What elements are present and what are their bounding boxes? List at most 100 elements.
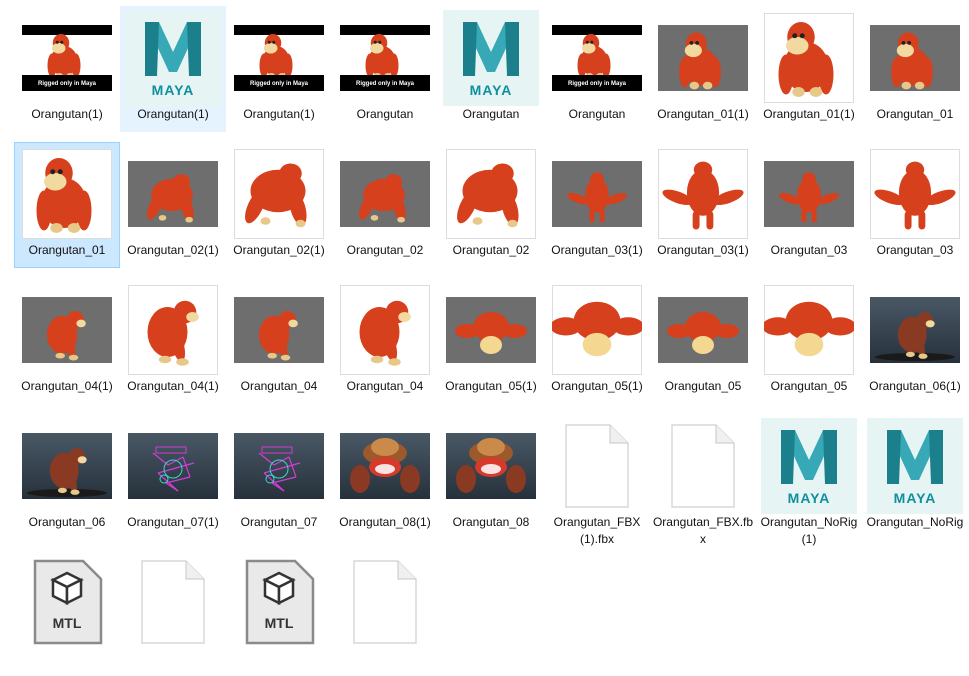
file-grid: Rigged only in Maya Orangutan(1) MAYA Or… xyxy=(0,0,969,653)
file-item[interactable]: Orangutan_05 xyxy=(650,278,756,404)
thumbnail-image xyxy=(18,282,116,377)
file-item[interactable]: Orangutan_01(1) xyxy=(756,6,862,132)
file-name-label: Orangutan_04 xyxy=(346,379,424,393)
file-name-label: Orangutan xyxy=(462,107,520,121)
file-item[interactable]: Rigged only in Maya Orangutan(1) xyxy=(14,6,120,132)
mtl-wordmark: MTL xyxy=(52,614,82,631)
mtl-file-icon: MTL xyxy=(230,554,328,649)
banner-caption: Rigged only in Maya xyxy=(249,80,308,87)
thumbnail-image xyxy=(230,282,328,377)
maya-wordmark: MAYA xyxy=(469,81,513,98)
file-name-label: Orangutan_05(1) xyxy=(445,379,537,393)
file-item[interactable]: Orangutan_04(1) xyxy=(14,278,120,404)
file-item[interactable]: Orangutan_03 xyxy=(862,142,968,268)
file-item[interactable]: Orangutan_05 xyxy=(756,278,862,404)
file-name-label: Orangutan_03(1) xyxy=(657,243,749,257)
thumbnail-image xyxy=(18,418,116,513)
thumbnail-image xyxy=(336,282,434,377)
file-item[interactable]: Orangutan_08 xyxy=(438,414,544,540)
file-item[interactable]: Orangutan_02(1) xyxy=(120,142,226,268)
file-item[interactable]: MAYA Orangutan_NoRig xyxy=(862,414,968,540)
thumbnail-image xyxy=(124,282,222,377)
file-item[interactable]: MAYA Orangutan_NoRig(1) xyxy=(756,414,862,546)
banner-caption: Rigged only in Maya xyxy=(355,80,414,87)
file-name-label: Orangutan_06(1) xyxy=(869,379,961,393)
generic-file-icon xyxy=(336,554,434,649)
file-item[interactable]: Orangutan_05(1) xyxy=(438,278,544,404)
file-item[interactable]: Orangutan_02(1) xyxy=(226,142,332,268)
file-item[interactable]: Rigged only in Maya Orangutan xyxy=(544,6,650,132)
maya-file-icon: MAYA xyxy=(760,417,858,514)
thumbnail-image xyxy=(442,282,540,377)
file-name-label: Orangutan_05(1) xyxy=(551,379,643,393)
mtl-file-icon: MTL xyxy=(18,554,116,649)
generic-file-icon xyxy=(654,418,752,513)
file-name-label: Orangutan_05 xyxy=(770,379,848,393)
file-item[interactable]: Orangutan_03(1) xyxy=(650,142,756,268)
file-item[interactable]: Orangutan_06 xyxy=(14,414,120,540)
file-name-label: Orangutan_07(1) xyxy=(127,515,219,529)
file-name-label: Orangutan_03(1) xyxy=(551,243,643,257)
file-name-label: Orangutan_03 xyxy=(770,243,848,257)
file-item[interactable]: Orangutan_01 xyxy=(862,6,968,132)
thumbnail-image xyxy=(866,10,964,105)
file-item[interactable]: Orangutan_07(1) xyxy=(120,414,226,540)
file-name-label: Orangutan(1) xyxy=(137,107,209,121)
maya-wordmark: MAYA xyxy=(151,81,195,98)
file-item[interactable]: Orangutan_01(1) xyxy=(650,6,756,132)
generic-file-icon xyxy=(548,418,646,513)
file-item[interactable]: Orangutan_05(1) xyxy=(544,278,650,404)
file-item[interactable]: MTL xyxy=(226,550,332,676)
file-item[interactable]: Orangutan_03 xyxy=(756,142,862,268)
thumbnail-image xyxy=(442,418,540,513)
maya-wordmark: MAYA xyxy=(787,489,831,506)
thumbnail-image xyxy=(442,146,540,241)
file-item[interactable] xyxy=(120,550,226,676)
thumbnail-image xyxy=(548,282,646,377)
maya-file-icon: MAYA xyxy=(866,417,964,514)
file-item[interactable]: Orangutan_08(1) xyxy=(332,414,438,540)
thumbnail-image xyxy=(760,146,858,241)
file-name-label: Orangutan_08 xyxy=(452,515,530,529)
file-name-label: Orangutan_04(1) xyxy=(21,379,113,393)
thumbnail-image xyxy=(654,282,752,377)
file-item[interactable]: Orangutan_FBX(1).fbx xyxy=(544,414,650,546)
banner-caption: Rigged only in Maya xyxy=(37,80,96,87)
file-item[interactable]: Rigged only in Maya Orangutan xyxy=(332,6,438,132)
file-item[interactable]: Rigged only in Maya Orangutan(1) xyxy=(226,6,332,132)
file-name-label: Orangutan_06 xyxy=(28,515,106,529)
thumbnail-image xyxy=(124,146,222,241)
thumbnail-image xyxy=(548,146,646,241)
file-item[interactable]: Orangutan_07 xyxy=(226,414,332,540)
maya-file-icon: MAYA xyxy=(442,9,540,106)
file-name-label: Orangutan_01(1) xyxy=(763,107,855,121)
file-name-label: Orangutan_01 xyxy=(28,243,106,257)
thumbnail-image xyxy=(760,282,858,377)
thumbnail-image xyxy=(18,146,116,241)
file-item[interactable]: Orangutan_06(1) xyxy=(862,278,968,404)
thumbnail-image xyxy=(760,10,858,105)
file-name-label: Orangutan_NoRig xyxy=(866,515,964,529)
file-name-label: Orangutan_NoRig(1) xyxy=(760,515,858,546)
file-item[interactable]: Orangutan_04 xyxy=(226,278,332,404)
file-item[interactable] xyxy=(332,550,438,676)
file-name-label: Orangutan_01(1) xyxy=(657,107,749,121)
file-name-label: Orangutan_02(1) xyxy=(233,243,325,257)
file-item[interactable]: Orangutan_02 xyxy=(438,142,544,268)
file-item[interactable]: Orangutan_02 xyxy=(332,142,438,268)
file-item[interactable]: Orangutan_03(1) xyxy=(544,142,650,268)
mtl-wordmark: MTL xyxy=(264,614,294,631)
file-item[interactable]: Orangutan_04 xyxy=(332,278,438,404)
thumbnail-image xyxy=(654,10,752,105)
file-item[interactable]: MAYA Orangutan(1) xyxy=(120,6,226,132)
file-item[interactable]: Orangutan_FBX.fbx xyxy=(650,414,756,546)
file-item[interactable]: Orangutan_04(1) xyxy=(120,278,226,404)
file-name-label: Orangutan_FBX(1).fbx xyxy=(553,515,641,546)
thumbnail-image xyxy=(336,146,434,241)
file-item[interactable]: Orangutan_01 xyxy=(14,142,120,268)
banner-caption: Rigged only in Maya xyxy=(567,80,626,87)
file-name-label: Orangutan(1) xyxy=(31,107,103,121)
thumbnail-image xyxy=(124,418,222,513)
file-item[interactable]: MTL xyxy=(14,550,120,676)
file-item[interactable]: MAYA Orangutan xyxy=(438,6,544,132)
